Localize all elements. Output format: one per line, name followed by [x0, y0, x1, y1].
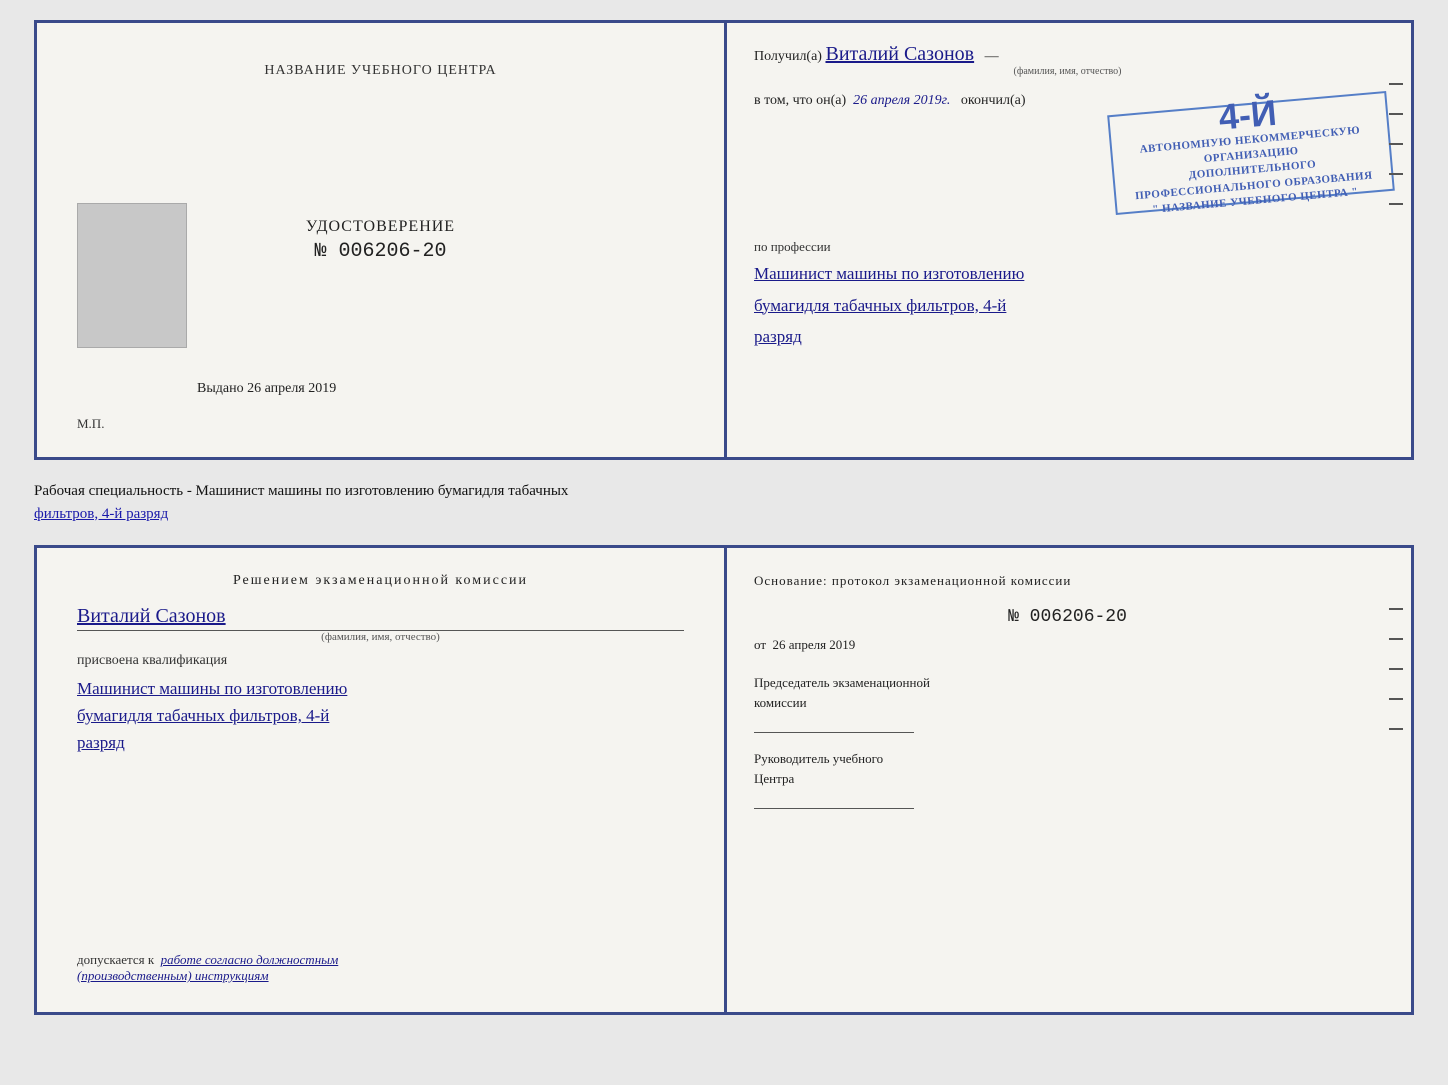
- predsedatel-text1: Председатель экзаменационной: [754, 675, 930, 690]
- protocol-date: от 26 апреля 2019: [754, 637, 1381, 653]
- predsedatel-block: Председатель экзаменационной комиссии: [754, 673, 1381, 733]
- stamp-block: 4-Й АВТОНОМНУЮ НЕКОММЕРЧЕСКУЮ ОРГАНИЗАЦИ…: [1107, 91, 1395, 215]
- vydano-label: Выдано: [197, 381, 244, 396]
- rukovoditel-block: Руководитель учебного Центра: [754, 749, 1381, 809]
- vtom-prefix: в том, что он(а): [754, 93, 846, 108]
- qualification-line3: разряд: [77, 729, 684, 756]
- poluchil-line: Получил(а) Виталий Сазонов — (фамилия, и…: [754, 43, 1381, 77]
- rukovoditel-signature-line: [754, 808, 914, 809]
- osnovanie-label: Основание: протокол экзаменационной коми…: [754, 573, 1381, 589]
- bottom-side-mark-4: [1389, 698, 1403, 700]
- resolution-title: Решением экзаменационной комиссии: [77, 573, 684, 589]
- qualification-line2: бумагидля табачных фильтров, 4-й: [77, 702, 684, 729]
- udostoverenie-block: УДОСТОВЕРЕНИЕ № 006206-20: [306, 218, 455, 263]
- certificate-bottom: Решением экзаменационной комиссии Витали…: [34, 545, 1414, 1015]
- profession-line1: Машинист машины по изготовлению: [754, 261, 1381, 287]
- po-professii-label: по профессии: [754, 239, 1381, 255]
- side-mark-4: [1389, 173, 1403, 175]
- cert-top-right: Получил(а) Виталий Сазонов — (фамилия, и…: [724, 23, 1411, 457]
- middle-text-prefix: Рабочая специальность - Машинист машины …: [34, 483, 568, 499]
- cert-bottom-right: Основание: протокол экзаменационной коми…: [724, 548, 1411, 1012]
- bottom-name-sublabel: (фамилия, имя, отчество): [77, 630, 684, 643]
- qualification-line1: Машинист машины по изготовлению: [77, 675, 684, 702]
- bottom-side-mark-1: [1389, 608, 1403, 610]
- rukovoditel-text1: Руководитель учебного: [754, 751, 883, 766]
- recipient-name: Виталий Сазонов: [825, 43, 974, 65]
- cert-top-left: НАЗВАНИЕ УЧЕБНОГО ЦЕНТРА УДОСТОВЕРЕНИЕ №…: [37, 23, 724, 457]
- dopuskaetsya-italic2: (производственным) инструкциям: [77, 968, 269, 983]
- mp-label: М.П.: [77, 416, 104, 432]
- training-center-name-top: НАЗВАНИЕ УЧЕБНОГО ЦЕНТРА: [264, 63, 496, 79]
- middle-text-block: Рабочая специальность - Машинист машины …: [34, 472, 1414, 533]
- prisvoena-label: присвоена квалификация: [77, 653, 684, 669]
- poluchil-prefix: Получил(а): [754, 49, 822, 64]
- predsedatel-label: Председатель экзаменационной комиссии: [754, 673, 1381, 712]
- right-side-marks: [1389, 83, 1403, 205]
- rukovoditel-text2: Центра: [754, 771, 794, 786]
- dopuskaetsya-prefix: допускается к: [77, 952, 154, 967]
- bottom-side-mark-2: [1389, 638, 1403, 640]
- okonchil-label: окончил(а): [961, 93, 1026, 108]
- ot-date: 26 апреля 2019: [773, 637, 856, 652]
- dopuskaetsya-block: допускается к работе согласно должностны…: [77, 952, 338, 984]
- side-mark-3: [1389, 143, 1403, 145]
- cert-bottom-divider: [724, 548, 727, 1012]
- side-mark-5: [1389, 203, 1403, 205]
- name-sublabel-top: (фамилия, имя, отчество): [754, 66, 1381, 77]
- rukovoditel-label: Руководитель учебного Центра: [754, 749, 1381, 788]
- profession-line2: бумагидля табачных фильтров, 4-й: [754, 293, 1381, 319]
- vydano-block: Выдано 26 апреля 2019: [197, 381, 336, 397]
- vydano-date: 26 апреля 2019: [247, 381, 336, 396]
- photo-placeholder: [77, 203, 187, 348]
- predsedatel-text2: комиссии: [754, 695, 807, 710]
- bottom-side-mark-5: [1389, 728, 1403, 730]
- dopuskaetsya-italic1: работе согласно должностным: [161, 952, 339, 967]
- bottom-name-block: Виталий Сазонов (фамилия, имя, отчество): [77, 605, 684, 643]
- udostoverenie-title: УДОСТОВЕРЕНИЕ: [306, 218, 455, 236]
- profession-line3: разряд: [754, 324, 1381, 350]
- predsedatel-signature-line: [754, 732, 914, 733]
- bottom-right-marks: [1389, 608, 1403, 730]
- certificate-top: НАЗВАНИЕ УЧЕБНОГО ЦЕНТРА УДОСТОВЕРЕНИЕ №…: [34, 20, 1414, 460]
- ot-prefix: от: [754, 637, 766, 652]
- bottom-side-mark-3: [1389, 668, 1403, 670]
- side-mark-1: [1389, 83, 1403, 85]
- side-mark-2: [1389, 113, 1403, 115]
- middle-text-underline: фильтров, 4-й разряд: [34, 506, 168, 522]
- stamp-number: 4-Й: [1217, 94, 1278, 135]
- protocol-number: № 006206-20: [754, 607, 1381, 627]
- bottom-name-handwritten: Виталий Сазонов: [77, 605, 226, 627]
- vtom-date: 26 апреля 2019г.: [853, 93, 950, 108]
- udostoverenie-number: № 006206-20: [306, 240, 455, 263]
- cert-bottom-left: Решением экзаменационной комиссии Витали…: [37, 548, 724, 1012]
